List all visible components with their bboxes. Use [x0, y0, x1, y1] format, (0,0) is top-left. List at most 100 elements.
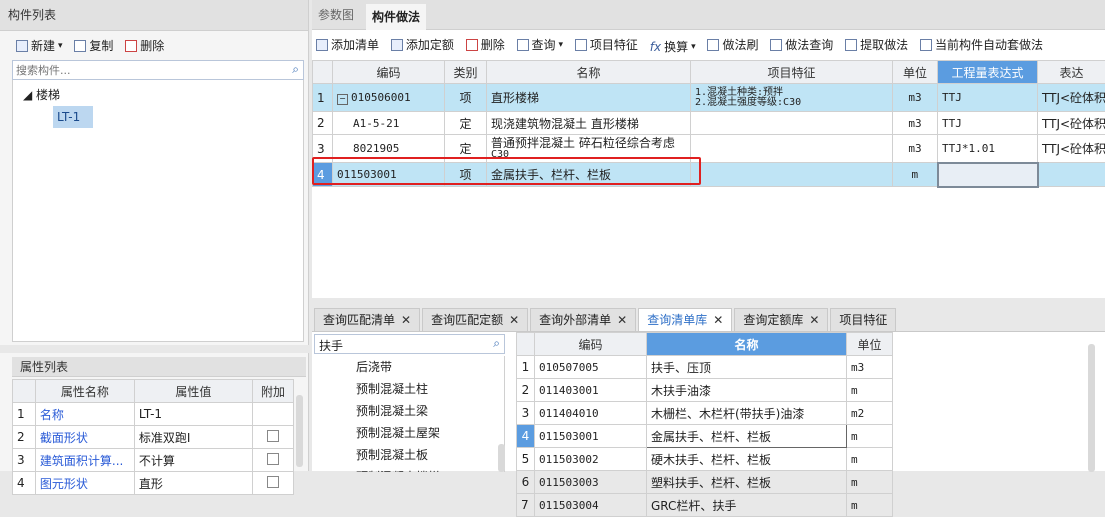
close-icon[interactable]: ✕	[713, 313, 723, 327]
table-row[interactable]: 4 图元形状 直形	[13, 472, 294, 495]
feature-icon	[575, 39, 587, 51]
delete-button[interactable]: 删除	[125, 35, 164, 57]
add-list-button[interactable]: 添加清单	[316, 34, 379, 56]
add-quota-icon	[391, 39, 403, 51]
method-panel: 参数图 构件做法 添加清单 添加定额 删除 查询▾ 项目特征 fx换算▾ 做法刷…	[312, 0, 1105, 298]
table-row[interactable]: 3 建筑面积计算... 不计算	[13, 449, 294, 472]
copy-icon	[74, 40, 86, 52]
splitter[interactable]	[0, 345, 309, 353]
brush-button[interactable]: 做法刷	[707, 34, 758, 56]
property-panel: 属性列表 属性名称 属性值 附加 1 名称 LT-1 2 截面形状 标准双跑I …	[0, 345, 309, 471]
tree-item[interactable]: 预制混凝土屋架	[314, 422, 504, 444]
delete-icon	[466, 39, 478, 51]
component-toolbar: 新建▾ 复制 删除	[16, 35, 172, 57]
library-tree: 后浇带 预制混凝土柱 预制混凝土梁 预制混凝土屋架 预制混凝土板 预制混凝土楼梯	[314, 356, 505, 472]
new-button[interactable]: 新建▾	[16, 35, 63, 57]
component-list-title: 构件列表	[0, 0, 308, 31]
lib-header-name: 名称	[647, 333, 847, 356]
top-tab-bar: 参数图 构件做法	[312, 0, 1105, 30]
tree-item[interactable]: 预制混凝土梁	[314, 400, 504, 422]
bottom-tab-bar: 查询匹配清单✕查询匹配定额✕查询外部清单✕查询清单库✕查询定额库✕项目特征	[314, 308, 898, 331]
header-expr2: 表达	[1038, 61, 1105, 84]
method-toolbar: 添加清单 添加定额 删除 查询▾ 项目特征 fx换算▾ 做法刷 做法查询 提取做…	[316, 34, 1105, 56]
copy-button[interactable]: 复制	[74, 35, 113, 57]
collapse-icon[interactable]: −	[337, 94, 348, 105]
header-type: 类别	[445, 61, 487, 84]
table-row[interactable]: 3011404010木栅栏、木栏杆(带扶手)油漆m2	[517, 402, 893, 425]
tree-item[interactable]: 后浇带	[314, 356, 504, 378]
close-icon[interactable]: ✕	[809, 313, 819, 327]
prop-header-attach: 附加	[253, 380, 294, 403]
search-icon[interactable]: ⌕	[292, 62, 299, 77]
table-row[interactable]: 1010507005扶手、压顶m3	[517, 356, 893, 379]
prop-header-value: 属性值	[134, 380, 252, 403]
component-list-panel: 构件列表 新建▾ 复制 删除 ⌕ ◢ 楼梯 LT-1	[0, 0, 309, 345]
tab-external-list[interactable]: 查询外部清单✕	[530, 308, 636, 331]
attach-checkbox[interactable]	[267, 453, 279, 465]
close-icon[interactable]: ✕	[617, 313, 627, 327]
auto-apply-icon	[920, 39, 932, 51]
auto-apply-button[interactable]: 当前构件自动套做法	[920, 34, 1043, 56]
table-row[interactable]: 5011503002硬木扶手、栏杆、栏板m	[517, 448, 893, 471]
tree-scrollbar[interactable]	[498, 444, 505, 472]
attach-checkbox[interactable]	[267, 430, 279, 442]
header-expr: 工程量表达式	[938, 61, 1038, 84]
lib-header-unit: 单位	[847, 333, 893, 356]
component-search-input[interactable]	[13, 61, 284, 79]
brush-icon	[707, 39, 719, 51]
table-row[interactable]: 7011503004GRC栏杆、扶手m	[517, 494, 893, 517]
query-panel: 查询匹配清单✕查询匹配定额✕查询外部清单✕查询清单库✕查询定额库✕项目特征 扶手…	[312, 298, 1105, 471]
close-icon[interactable]: ✕	[401, 313, 411, 327]
tab-quota-library[interactable]: 查询定额库✕	[734, 308, 828, 331]
query-body: 扶手 ⌕ 后浇带 预制混凝土柱 预制混凝土梁 预制混凝土屋架 预制混凝土板 预制…	[312, 331, 1105, 471]
header-name: 名称	[487, 61, 691, 84]
table-row[interactable]: 1 名称 LT-1	[13, 403, 294, 426]
component-tree: ◢ 楼梯 LT-1	[12, 80, 304, 342]
convert-button[interactable]: fx换算▾	[650, 36, 696, 58]
attach-checkbox[interactable]	[267, 476, 279, 488]
table-row[interactable]: 1 −010506001 项 直形楼梯 1.混凝土种类:预拌2.混凝土强度等级:…	[313, 84, 1105, 112]
extract-button[interactable]: 提取做法	[845, 34, 908, 56]
extract-icon	[845, 39, 857, 51]
tab-list-library[interactable]: 查询清单库✕	[638, 308, 732, 331]
expr-edit-cell[interactable]	[938, 163, 1038, 187]
method-query-button[interactable]: 做法查询	[770, 34, 833, 56]
tree-item[interactable]: 预制混凝土楼梯	[314, 466, 504, 472]
header-unit: 单位	[893, 61, 938, 84]
highlight-box	[312, 157, 701, 185]
delete-row-button[interactable]: 删除	[466, 34, 505, 56]
table-row[interactable]: 2011403001木扶手油漆m	[517, 379, 893, 402]
feature-button[interactable]: 项目特征	[575, 34, 638, 56]
table-row[interactable]: 4011503001金属扶手、栏杆、栏板m	[517, 425, 893, 448]
add-quota-button[interactable]: 添加定额	[391, 34, 454, 56]
query-button[interactable]: 查询▾	[517, 34, 564, 56]
library-scrollbar[interactable]	[1088, 344, 1095, 472]
search-icon[interactable]: ⌕	[493, 336, 500, 351]
new-icon	[16, 40, 28, 52]
tab-param[interactable]: 参数图	[318, 6, 354, 23]
add-list-icon	[316, 39, 328, 51]
library-table: 编码 名称 单位 1010507005扶手、压顶m3 2011403001木扶手…	[516, 332, 893, 517]
property-table: 属性名称 属性值 附加 1 名称 LT-1 2 截面形状 标准双跑I 3 建筑面…	[12, 379, 294, 495]
tab-match-list[interactable]: 查询匹配清单✕	[314, 308, 420, 331]
tree-node-lt1[interactable]: LT-1	[53, 106, 93, 128]
property-list-title: 属性列表	[12, 357, 306, 377]
library-search-input[interactable]: 扶手	[319, 337, 343, 354]
close-icon[interactable]: ✕	[509, 313, 519, 327]
library-search[interactable]: 扶手 ⌕	[314, 334, 505, 354]
table-row[interactable]: 2 截面形状 标准双跑I	[13, 426, 294, 449]
component-search[interactable]: ⌕	[12, 60, 304, 80]
method-query-icon	[770, 39, 782, 51]
lib-header-code: 编码	[535, 333, 647, 356]
tree-item[interactable]: 预制混凝土柱	[314, 378, 504, 400]
prop-header-name: 属性名称	[35, 380, 134, 403]
table-row[interactable]: 6011503003塑料扶手、栏杆、栏板m	[517, 471, 893, 494]
tab-feature[interactable]: 项目特征	[830, 308, 896, 331]
tab-method[interactable]: 构件做法	[366, 4, 426, 30]
tree-node-stairs[interactable]: ◢ 楼梯	[23, 86, 60, 103]
table-row[interactable]: 2 A1-5-21 定 现浇建筑物混凝土 直形楼梯 m3 TTJ TTJ<砼体积	[313, 112, 1105, 135]
property-scrollbar[interactable]	[296, 395, 303, 467]
tab-match-quota[interactable]: 查询匹配定额✕	[422, 308, 528, 331]
header-code: 编码	[333, 61, 445, 84]
tree-item[interactable]: 预制混凝土板	[314, 444, 504, 466]
